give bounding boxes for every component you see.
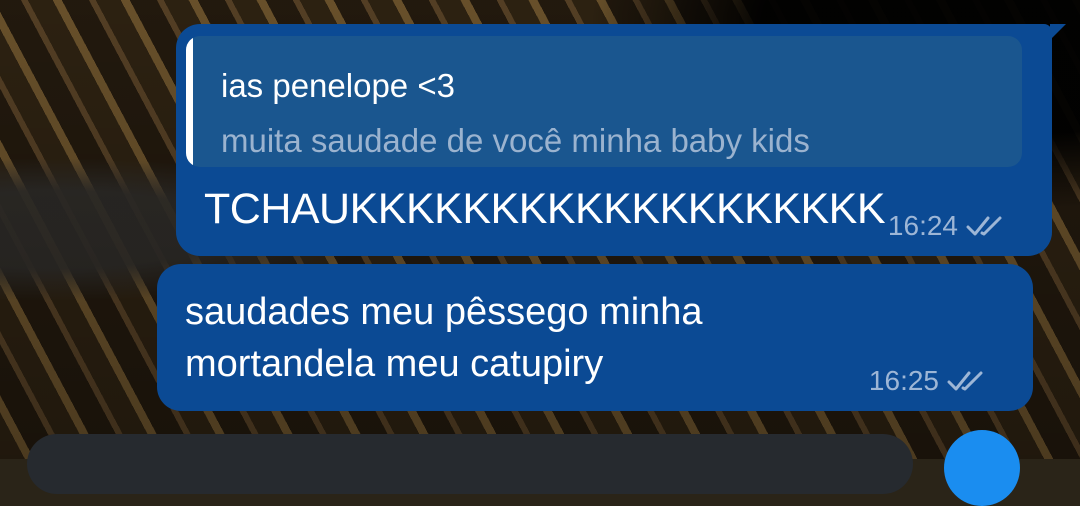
reply-quote-bar (186, 36, 193, 167)
double-check-icon (966, 216, 1002, 236)
mic-send-button[interactable] (944, 430, 1020, 506)
bubble-tail (1050, 24, 1066, 40)
message-bubble-outgoing[interactable]: saudades meu pêssego minha mortandela me… (157, 264, 1033, 411)
reply-text: muita saudade de você minha baby kids (221, 122, 810, 159)
reply-quote[interactable]: ias penelope <3 muita saudade de você mi… (186, 36, 1022, 167)
double-check-icon (947, 371, 983, 391)
message-input[interactable] (27, 434, 913, 494)
message-meta: 16:24 (888, 210, 1006, 242)
message-time: 16:25 (868, 365, 939, 396)
message-text: saudades meu pêssego minha mortandela me… (185, 291, 703, 385)
message-meta: 16:25 (869, 365, 987, 397)
message-text: TCHAUKKKKKKKKKKKKKKKKKKK (204, 185, 886, 233)
message-bubble-outgoing[interactable]: ias penelope <3 muita saudade de você mi… (176, 24, 1066, 256)
message-time: 16:24 (887, 210, 958, 241)
reply-author: ias penelope <3 (221, 67, 455, 104)
